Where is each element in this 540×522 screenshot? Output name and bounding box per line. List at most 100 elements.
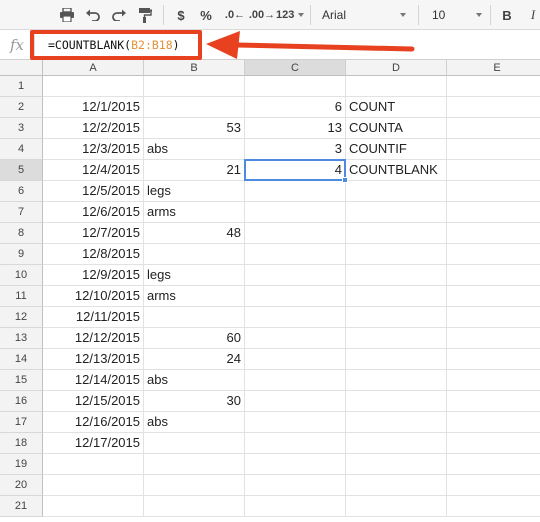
cell-c16[interactable]: [245, 391, 346, 412]
cell-a3[interactable]: 12/2/2015: [43, 118, 144, 139]
fill-handle[interactable]: [342, 177, 348, 183]
cell-b13[interactable]: 60: [144, 328, 245, 349]
cell-b16[interactable]: 30: [144, 391, 245, 412]
cell-d15[interactable]: [346, 370, 447, 391]
undo-icon[interactable]: [84, 4, 102, 26]
column-header-e[interactable]: E: [447, 60, 540, 76]
column-header-b[interactable]: B: [144, 60, 245, 76]
row-header[interactable]: 20: [0, 475, 43, 496]
row-header[interactable]: 19: [0, 454, 43, 475]
cell-e11[interactable]: [447, 286, 540, 307]
cell-d11[interactable]: [346, 286, 447, 307]
cell-c18[interactable]: [245, 433, 346, 454]
cell-e4[interactable]: [447, 139, 540, 160]
cell-a10[interactable]: 12/9/2015: [43, 265, 144, 286]
cell-a4[interactable]: 12/3/2015: [43, 139, 144, 160]
cell-b19[interactable]: [144, 454, 245, 475]
cell-a17[interactable]: 12/16/2015: [43, 412, 144, 433]
cell-a6[interactable]: 12/5/2015: [43, 181, 144, 202]
cell-d10[interactable]: [346, 265, 447, 286]
cell-b18[interactable]: [144, 433, 245, 454]
cell-c14[interactable]: [245, 349, 346, 370]
row-header[interactable]: 7: [0, 202, 43, 223]
cell-c2[interactable]: 6: [245, 97, 346, 118]
cell-a19[interactable]: [43, 454, 144, 475]
cell-d21[interactable]: [346, 496, 447, 517]
cell-a14[interactable]: 12/13/2015: [43, 349, 144, 370]
cell-b8[interactable]: 48: [144, 223, 245, 244]
row-header[interactable]: 9: [0, 244, 43, 265]
row-header[interactable]: 2: [0, 97, 43, 118]
decrease-decimals-button[interactable]: .0←: [224, 4, 246, 26]
cell-c15[interactable]: [245, 370, 346, 391]
print-icon[interactable]: [58, 4, 76, 26]
cell-c8[interactable]: [245, 223, 346, 244]
currency-format-button[interactable]: $: [174, 4, 188, 26]
cell-d19[interactable]: [346, 454, 447, 475]
cell-b4[interactable]: abs: [144, 139, 245, 160]
cell-b12[interactable]: [144, 307, 245, 328]
font-size-dropdown[interactable]: 10: [432, 4, 482, 26]
cell-d7[interactable]: [346, 202, 447, 223]
cell-e20[interactable]: [447, 475, 540, 496]
cell-b7[interactable]: arms: [144, 202, 245, 223]
row-header[interactable]: 21: [0, 496, 43, 517]
row-header[interactable]: 12: [0, 307, 43, 328]
cell-b11[interactable]: arms: [144, 286, 245, 307]
cell-d5[interactable]: COUNTBLANK: [346, 160, 447, 181]
cell-c11[interactable]: [245, 286, 346, 307]
cell-e14[interactable]: [447, 349, 540, 370]
row-header[interactable]: 15: [0, 370, 43, 391]
cell-b2[interactable]: [144, 97, 245, 118]
cell-e19[interactable]: [447, 454, 540, 475]
cell-e6[interactable]: [447, 181, 540, 202]
cell-d18[interactable]: [346, 433, 447, 454]
percent-format-button[interactable]: %: [198, 4, 214, 26]
cell-c1[interactable]: [245, 76, 346, 97]
cell-e9[interactable]: [447, 244, 540, 265]
font-family-dropdown[interactable]: Arial: [322, 4, 406, 26]
cell-c19[interactable]: [245, 454, 346, 475]
cell-d8[interactable]: [346, 223, 447, 244]
number-format-dropdown[interactable]: 123: [276, 4, 314, 26]
cell-c12[interactable]: [245, 307, 346, 328]
cell-c9[interactable]: [245, 244, 346, 265]
cell-a5[interactable]: 12/4/2015: [43, 160, 144, 181]
cell-c5[interactable]: 4: [245, 160, 346, 181]
cell-a21[interactable]: [43, 496, 144, 517]
row-header[interactable]: 1: [0, 76, 43, 97]
cell-c10[interactable]: [245, 265, 346, 286]
cell-d17[interactable]: [346, 412, 447, 433]
cell-b1[interactable]: [144, 76, 245, 97]
cell-e10[interactable]: [447, 265, 540, 286]
cell-a12[interactable]: 12/11/2015: [43, 307, 144, 328]
row-header[interactable]: 13: [0, 328, 43, 349]
cell-e2[interactable]: [447, 97, 540, 118]
cell-e15[interactable]: [447, 370, 540, 391]
cell-d6[interactable]: [346, 181, 447, 202]
increase-decimals-button[interactable]: .00→: [249, 4, 275, 26]
paint-format-icon[interactable]: [136, 4, 154, 26]
cell-a18[interactable]: 12/17/2015: [43, 433, 144, 454]
cell-e18[interactable]: [447, 433, 540, 454]
cell-e8[interactable]: [447, 223, 540, 244]
cell-b6[interactable]: legs: [144, 181, 245, 202]
cell-a16[interactable]: 12/15/2015: [43, 391, 144, 412]
cell-c6[interactable]: [245, 181, 346, 202]
cell-b21[interactable]: [144, 496, 245, 517]
cell-b5[interactable]: 21: [144, 160, 245, 181]
cell-a1[interactable]: [43, 76, 144, 97]
cell-b10[interactable]: legs: [144, 265, 245, 286]
row-header[interactable]: 3: [0, 118, 43, 139]
row-header[interactable]: 5: [0, 160, 43, 181]
cell-c17[interactable]: [245, 412, 346, 433]
column-header-c[interactable]: C: [245, 60, 346, 76]
cell-e7[interactable]: [447, 202, 540, 223]
cell-d13[interactable]: [346, 328, 447, 349]
row-header[interactable]: 4: [0, 139, 43, 160]
cell-a8[interactable]: 12/7/2015: [43, 223, 144, 244]
cell-e1[interactable]: [447, 76, 540, 97]
row-header[interactable]: 16: [0, 391, 43, 412]
cell-a11[interactable]: 12/10/2015: [43, 286, 144, 307]
cell-b15[interactable]: abs: [144, 370, 245, 391]
